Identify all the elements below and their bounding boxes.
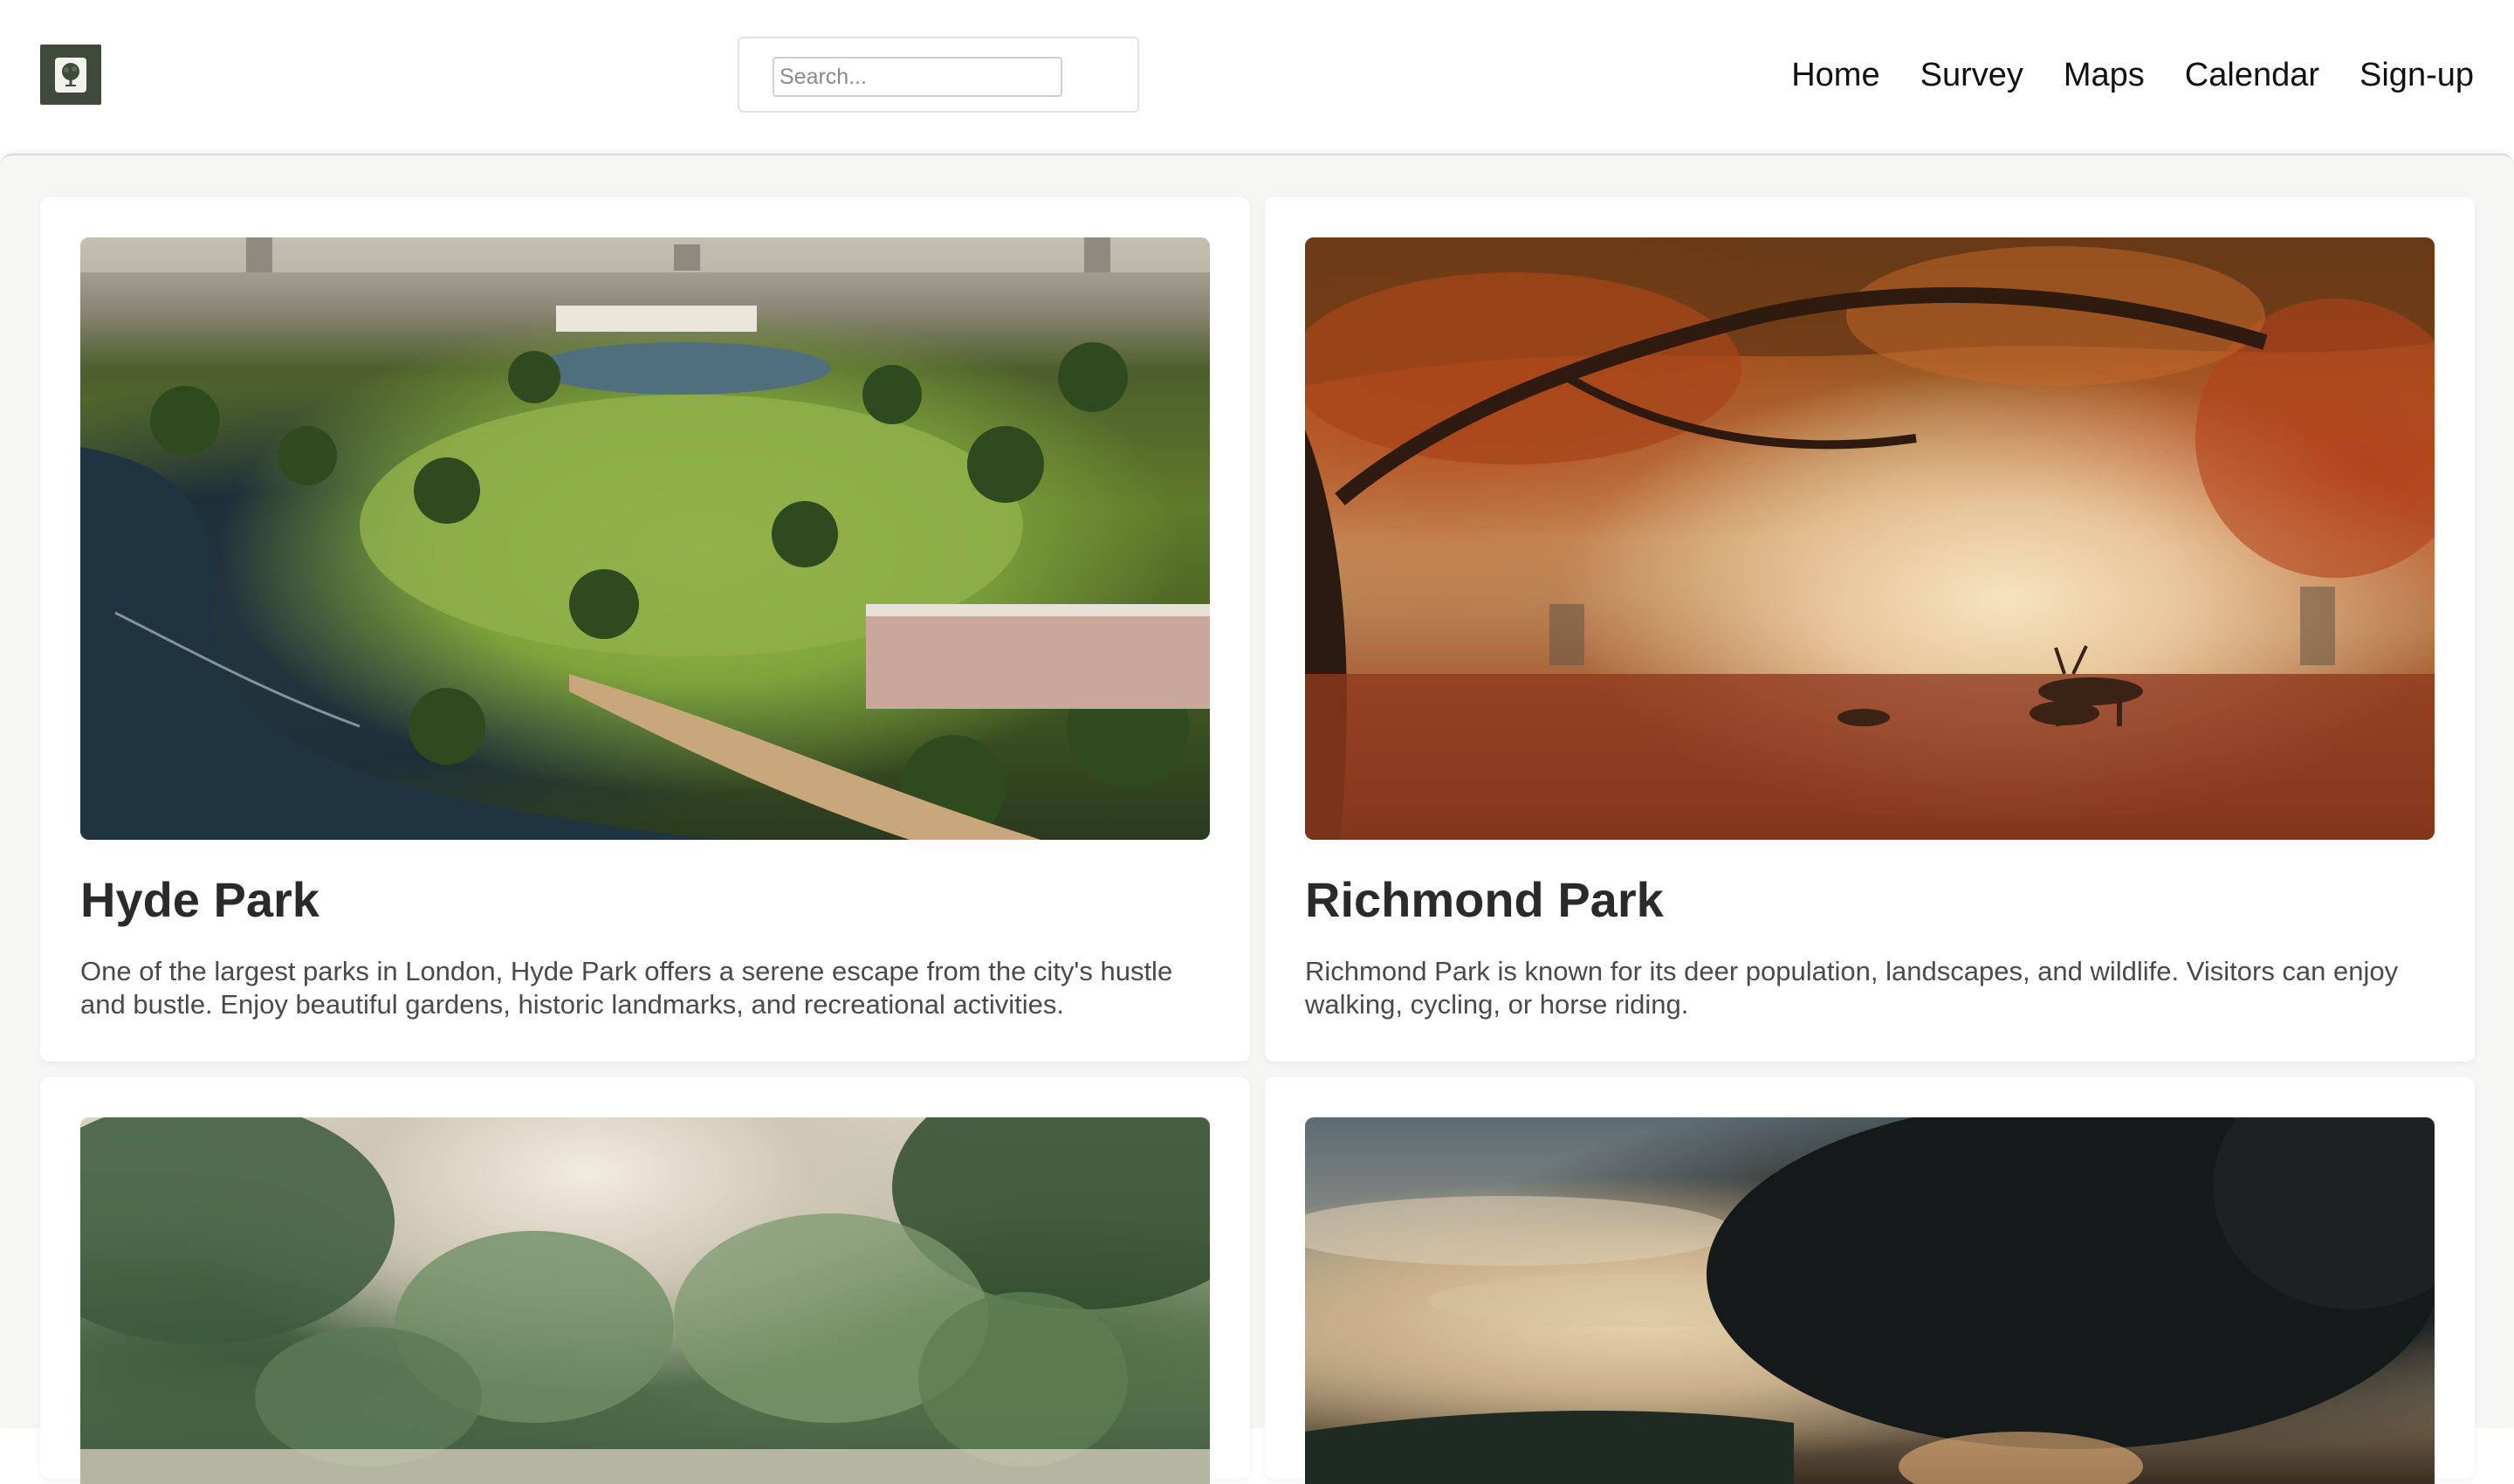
- site-logo[interactable]: [40, 45, 101, 105]
- site-header: Home Survey Maps Calendar Sign-up: [0, 0, 2514, 154]
- park-image-richmond-park: [1305, 237, 2435, 840]
- main-nav: Home Survey Maps Calendar Sign-up: [1791, 51, 2474, 100]
- park-description: Richmond Park is known for its deer popu…: [1305, 956, 2399, 1020]
- nav-survey[interactable]: Survey: [1920, 51, 2023, 100]
- park-image: [80, 1117, 1210, 1484]
- park-card[interactable]: [40, 1077, 1250, 1484]
- search-input[interactable]: [773, 57, 1062, 97]
- park-image: [1305, 1117, 2435, 1484]
- park-title[interactable]: Richmond Park: [1305, 871, 1664, 929]
- nav-calendar[interactable]: Calendar: [2185, 51, 2319, 100]
- park-card[interactable]: [1265, 1077, 2475, 1484]
- park-description: One of the largest parks in London, Hyde…: [80, 956, 1173, 1020]
- park-image-hyde-park: [80, 237, 1210, 840]
- park-list: Hyde Park One of the largest parks in Lo…: [0, 154, 2514, 1484]
- park-card-richmond-park[interactable]: Richmond Park Richmond Park is known for…: [1265, 197, 2475, 1061]
- tree-icon: [55, 57, 86, 93]
- search-container: [738, 37, 1139, 113]
- nav-home[interactable]: Home: [1791, 51, 1879, 100]
- park-card-hyde-park[interactable]: Hyde Park One of the largest parks in Lo…: [40, 197, 1250, 1061]
- nav-sign-up[interactable]: Sign-up: [2359, 51, 2474, 100]
- nav-maps[interactable]: Maps: [2064, 51, 2145, 100]
- park-title[interactable]: Hyde Park: [80, 871, 319, 929]
